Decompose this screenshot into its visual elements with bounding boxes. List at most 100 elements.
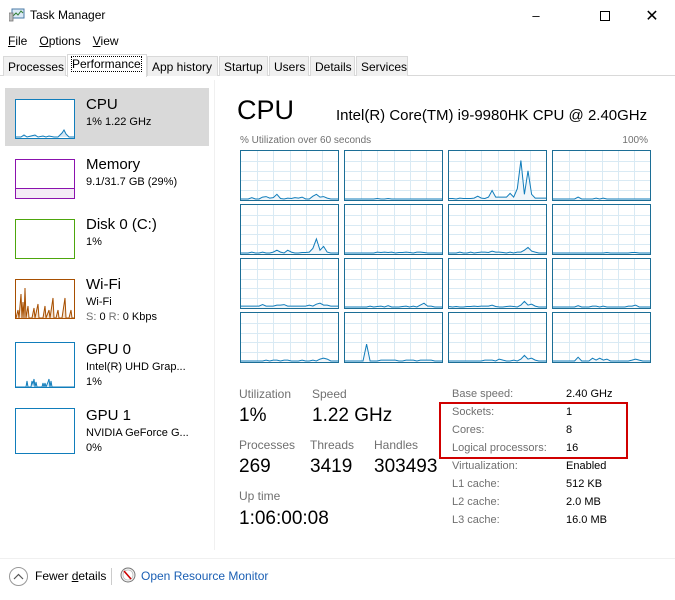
logical-processor-graph <box>240 204 339 255</box>
tab-startup[interactable]: Startup <box>219 56 268 76</box>
sidebar-item-detail: 9.1/31.7 GB (29%) <box>86 176 178 188</box>
sidebar-item-name: Wi-Fi <box>86 276 121 293</box>
processes-label: Processes <box>239 438 296 452</box>
utilization-label: Utilization <box>239 387 292 401</box>
usage-line <box>345 197 442 200</box>
memory-thumbnail-graph <box>15 159 75 199</box>
sidebar-item-gpu0[interactable]: GPU 0 Intel(R) UHD Grap... 1% <box>5 333 209 391</box>
sidebar-item-detail: NVIDIA GeForce G... <box>86 427 189 439</box>
sidebar-item-usage: 0% <box>86 442 102 454</box>
disk-thumbnail-graph <box>15 219 75 259</box>
speed-label: Speed <box>312 387 347 401</box>
uptime-value: 1:06:00:08 <box>239 508 329 529</box>
logical-processor-graph <box>448 150 547 201</box>
cpu-usage-trace <box>553 313 650 362</box>
cpu-usage-trace <box>449 151 546 200</box>
menu-file[interactable]: File <box>8 31 27 51</box>
logical-processor-graph <box>448 204 547 255</box>
sidebar-item-gpu1[interactable]: GPU 1 NVIDIA GeForce G... 0% <box>5 399 209 457</box>
handles-value: 303493 <box>374 456 438 477</box>
logical-processor-graph <box>240 150 339 201</box>
cpu-usage-trace <box>241 205 338 254</box>
tab-bar: Processes Performance App history Startu… <box>0 54 675 77</box>
tab-users[interactable]: Users <box>269 56 309 76</box>
cpu-usage-trace <box>553 151 650 200</box>
usage-line <box>449 160 546 200</box>
title-bar: Task Manager – ✕ <box>0 0 675 31</box>
logical-processor-graph <box>240 312 339 363</box>
cpu-usage-trace <box>345 313 442 362</box>
l2-cache-value: 2.0 MB <box>566 496 601 508</box>
l1-cache-value: 512 KB <box>566 478 603 490</box>
cpu-thumbnail-graph <box>15 99 75 139</box>
usage-line <box>553 251 650 254</box>
logical-processor-graph <box>448 312 547 363</box>
sidebar-item-detail: 1% <box>86 236 102 248</box>
cpu-usage-trace <box>345 205 442 254</box>
sidebar-item-name: GPU 0 <box>86 341 132 358</box>
fewer-details-button[interactable]: Fewer details <box>35 569 106 583</box>
logical-processor-graph <box>344 312 443 363</box>
speed-value: 1.22 GHz <box>312 405 393 426</box>
gpu1-thumbnail-graph <box>15 408 75 454</box>
minimize-icon: – <box>532 8 540 23</box>
cpu-usage-trace <box>241 313 338 362</box>
logical-processor-graph <box>552 150 651 201</box>
menu-bar: File Options View <box>0 31 123 51</box>
virtualization-label: Virtualization: <box>452 460 518 472</box>
logical-processor-graph <box>344 204 443 255</box>
cpu-usage-trace <box>553 259 650 308</box>
sidebar-item-name: Disk 0 (C:) <box>86 216 157 233</box>
maximize-button[interactable] <box>582 0 628 31</box>
highlight-annotation-box <box>439 402 628 459</box>
window-title: Task Manager <box>30 8 106 22</box>
page-title: CPU <box>237 95 295 125</box>
l3-cache-value: 16.0 MB <box>566 514 607 526</box>
usage-line <box>345 251 442 254</box>
tab-processes[interactable]: Processes <box>3 56 66 76</box>
cpu-usage-trace <box>345 259 442 308</box>
processes-value: 269 <box>239 456 271 477</box>
virtualization-value: Enabled <box>566 460 607 472</box>
tab-performance[interactable]: Performance <box>67 54 147 77</box>
maximize-icon <box>600 10 610 21</box>
resource-monitor-icon <box>120 567 136 583</box>
cpu-usage-trace <box>241 151 338 200</box>
logical-processor-graphs <box>240 150 651 365</box>
cpu-usage-trace <box>345 151 442 200</box>
sidebar-item-cpu[interactable]: CPU 1% 1.22 GHz <box>5 88 209 146</box>
base-speed-label: Base speed: <box>452 388 514 400</box>
sidebar-item-disk[interactable]: Disk 0 (C:) 1% <box>5 208 209 266</box>
cpu-usage-trace <box>449 205 546 254</box>
sidebar-item-detail: 1% 1.22 GHz <box>86 116 152 128</box>
threads-value: 3419 <box>310 456 353 477</box>
usage-line <box>345 302 442 308</box>
handles-label: Handles <box>374 438 419 452</box>
uptime-label: Up time <box>239 489 281 503</box>
open-resource-monitor-link[interactable]: Open Resource Monitor <box>141 569 268 583</box>
logical-processor-graph <box>552 204 651 255</box>
resource-sidebar: CPU 1% 1.22 GHz Memory 9.1/31.7 GB (29%)… <box>0 80 215 550</box>
menu-options[interactable]: Options <box>39 31 80 51</box>
logical-processor-graph <box>344 258 443 309</box>
usage-line <box>553 196 650 200</box>
cpu-usage-trace <box>449 313 546 362</box>
gpu0-thumbnail-graph <box>15 342 75 388</box>
task-manager-icon <box>9 8 25 22</box>
tab-details[interactable]: Details <box>310 56 355 76</box>
menu-view[interactable]: View <box>93 31 119 51</box>
chevron-up-icon[interactable] <box>9 567 28 586</box>
logical-processor-graph <box>240 258 339 309</box>
close-button[interactable]: ✕ <box>629 0 675 31</box>
tab-services[interactable]: Services <box>356 56 408 76</box>
logical-processor-graph <box>344 150 443 201</box>
utilization-value: 1% <box>239 405 267 426</box>
l1-cache-label: L1 cache: <box>452 478 500 490</box>
close-icon: ✕ <box>645 7 659 25</box>
sidebar-item-memory[interactable]: Memory 9.1/31.7 GB (29%) <box>5 148 209 206</box>
sidebar-item-wifi[interactable]: Wi-Fi Wi-Fi S: 0 R: 0 Kbps <box>5 268 209 326</box>
tab-app-history[interactable]: App history <box>147 56 218 76</box>
l2-cache-label: L2 cache: <box>452 496 500 508</box>
minimize-button[interactable]: – <box>513 0 559 31</box>
base-speed-value: 2.40 GHz <box>566 388 613 400</box>
